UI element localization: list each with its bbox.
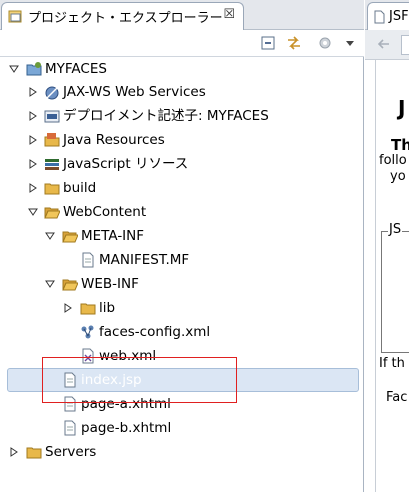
tree-item-faces-config[interactable]: faces-config.xml <box>0 320 363 344</box>
project-icon <box>26 61 42 77</box>
tree-item-label: Servers <box>45 444 97 460</box>
tree-item-myfaces[interactable]: MYFACES <box>0 57 363 81</box>
explorer-toolbar <box>0 30 364 57</box>
faces-config-icon <box>80 324 96 340</box>
tree-item-label: MANIFEST.MF <box>99 252 190 268</box>
chevron-right-icon[interactable] <box>27 158 39 170</box>
editor-tab-title: JSF <box>389 9 409 24</box>
tree-item-label: Java Resources <box>63 132 165 148</box>
tree-item-label: デプロイメント記述子: MYFACES <box>63 108 269 124</box>
editor-file-icon <box>374 10 385 23</box>
chevron-right-icon[interactable] <box>27 110 39 122</box>
project-tree: MYFACES JAX-WS Web Services デプロイメント記述子: … <box>0 57 363 492</box>
tree-item-label: build <box>63 180 97 196</box>
editor-content: J Th follo yo JS If th Fac <box>375 60 409 492</box>
chevron-right-icon[interactable] <box>27 182 39 194</box>
chevron-down-icon[interactable] <box>8 63 20 75</box>
explorer-tab-title: プロジェクト・エクスプローラー <box>28 11 223 26</box>
file-icon <box>62 420 78 436</box>
tree-item-page-b[interactable]: page-b.xhtml <box>0 416 363 440</box>
tree-item-servers[interactable]: Servers <box>0 440 363 464</box>
folder-open-icon <box>44 204 61 220</box>
view-menu-gear-button[interactable] <box>316 34 334 52</box>
deployment-descriptor-icon <box>44 108 60 124</box>
tree-item-label: faces-config.xml <box>99 324 211 340</box>
folder-icon <box>44 180 60 196</box>
tree-item-deployment-descriptor[interactable]: デプロイメント記述子: MYFACES <box>0 104 363 128</box>
editor-url-field[interactable] <box>401 35 409 55</box>
collapse-all-icon <box>261 36 275 50</box>
tree-item-label: WebContent <box>63 204 147 220</box>
back-arrow-icon[interactable] <box>377 37 391 55</box>
content-paragraph-1: If th <box>379 356 405 371</box>
folder-icon <box>26 444 42 460</box>
tree-item-web-inf[interactable]: WEB-INF <box>0 272 363 296</box>
tree-item-javascript-resources[interactable]: JavaScript リソース <box>0 152 363 176</box>
content-title-fragment: J <box>398 96 406 120</box>
java-resources-icon <box>44 132 60 148</box>
folder-icon <box>80 300 96 316</box>
file-icon <box>80 252 96 268</box>
javascript-resources-icon <box>44 156 60 172</box>
tree-item-label: JavaScript リソース <box>63 156 189 172</box>
chevron-right-icon[interactable] <box>8 446 20 458</box>
link-with-editor-button[interactable] <box>285 34 303 52</box>
jaxws-icon <box>44 84 60 100</box>
tree-item-label: MYFACES <box>45 61 107 77</box>
editor-tab-bar: JSF <box>365 0 409 30</box>
chevron-right-icon[interactable] <box>62 302 74 314</box>
explorer-view-icon <box>8 10 22 23</box>
folder-open-icon <box>62 276 79 292</box>
collapse-all-button[interactable] <box>259 34 277 52</box>
content-bold-fragment: Th <box>391 136 409 154</box>
fieldset-legend: JS <box>388 222 403 238</box>
fieldset-bottom-border <box>381 352 409 353</box>
tab-jsf-editor[interactable]: JSF <box>367 2 409 30</box>
tree-item-manifest[interactable]: MANIFEST.MF <box>0 248 363 272</box>
tab-project-explorer[interactable]: プロジェクト・エクスプローラー ☒ <box>1 2 244 30</box>
tree-item-label: page-b.xhtml <box>81 420 172 436</box>
jsp-editor-view: JSF J Th follo yo JS If th Fac <box>365 0 409 492</box>
view-menu-button[interactable] <box>341 34 359 52</box>
close-icon[interactable]: ☒ <box>223 7 235 22</box>
tree-item-java-resources[interactable]: Java Resources <box>0 128 363 152</box>
tree-item-build[interactable]: build <box>0 176 363 200</box>
gear-icon <box>319 37 331 49</box>
fieldset-left-border <box>381 231 382 353</box>
tree-item-meta-inf[interactable]: META-INF <box>0 224 363 248</box>
content-line-2: yo <box>390 169 406 184</box>
chevron-right-icon[interactable] <box>27 134 39 146</box>
tree-item-jax-ws[interactable]: JAX-WS Web Services <box>0 80 363 104</box>
annotation-highlight-box <box>42 357 237 403</box>
tree-item-label: lib <box>99 300 116 316</box>
project-explorer-view: プロジェクト・エクスプローラー ☒ MYFACES JAX-WS Web Ser… <box>0 0 364 492</box>
chevron-down-icon <box>346 41 354 46</box>
tree-item-label: WEB-INF <box>81 276 139 292</box>
folder-open-icon <box>62 228 79 244</box>
link-arrows-icon <box>288 36 300 50</box>
chevron-right-icon[interactable] <box>27 86 39 98</box>
tree-item-lib[interactable]: lib <box>0 296 363 320</box>
chevron-down-icon[interactable] <box>44 278 56 290</box>
tree-item-label: META-INF <box>81 228 145 244</box>
content-line-1: follo <box>379 153 407 168</box>
content-paragraph-2: Fac <box>386 390 408 405</box>
tree-item-label: JAX-WS Web Services <box>63 84 206 100</box>
chevron-down-icon[interactable] <box>44 230 56 242</box>
explorer-tab-bar: プロジェクト・エクスプローラー ☒ <box>0 0 364 30</box>
chevron-down-icon[interactable] <box>27 206 39 218</box>
editor-nav-bar <box>365 30 409 60</box>
tree-item-webcontent[interactable]: WebContent <box>0 200 363 224</box>
